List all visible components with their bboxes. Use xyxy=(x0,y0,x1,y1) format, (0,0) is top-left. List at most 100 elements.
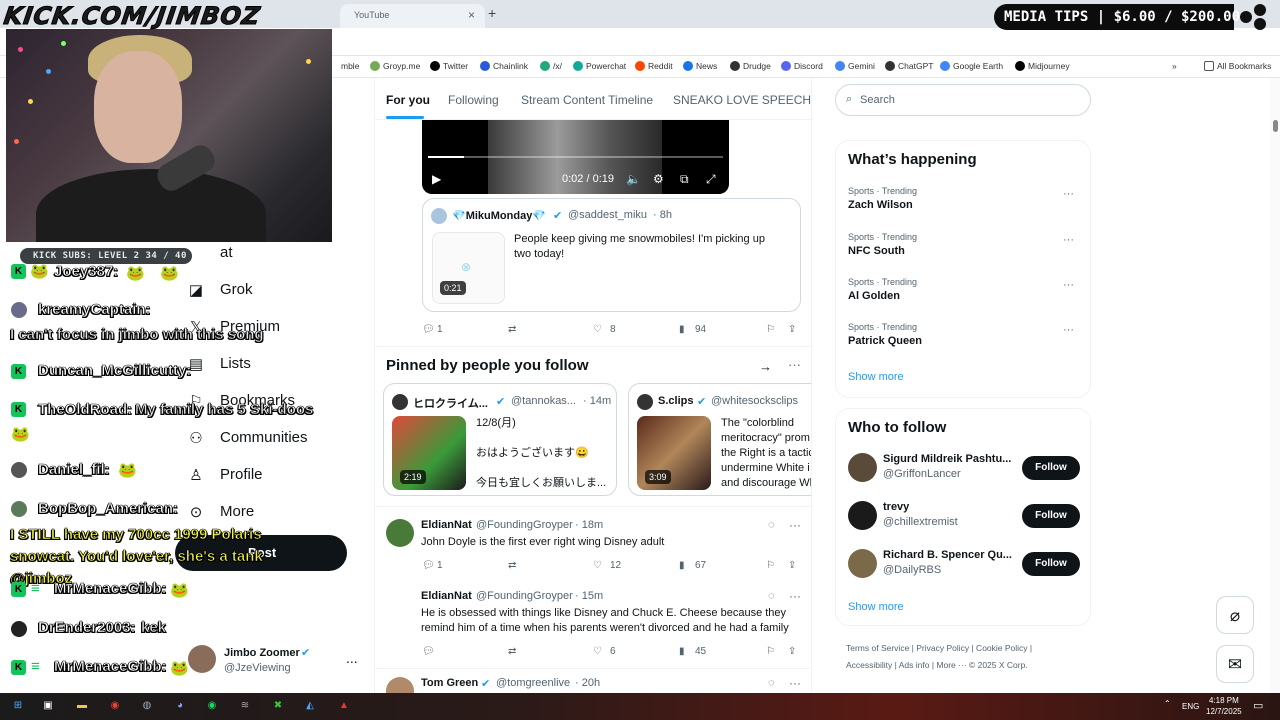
arrow-right-icon[interactable]: → xyxy=(759,359,772,374)
views-icon[interactable]: ▮ xyxy=(679,324,685,335)
follow-suggestion[interactable]: Richard B. Spencer Qu... @DailyRBS Follo… xyxy=(848,549,1080,581)
retweet-icon[interactable]: ⇄ xyxy=(508,646,516,657)
trend-item[interactable]: Sports · Trending Zach Wilson ··· xyxy=(848,186,1080,211)
show-more-link[interactable]: Show more xyxy=(848,601,904,613)
more-icon[interactable]: ··· xyxy=(1063,234,1074,246)
bookmark-item[interactable]: /x/ xyxy=(540,61,562,71)
video-progress[interactable] xyxy=(428,156,723,158)
pinned-card[interactable]: S.clips ✔ @whitesocksclips · 3:09 The "c… xyxy=(628,383,811,496)
share-icon[interactable]: ⇪ xyxy=(788,324,796,335)
tab-following[interactable]: Following xyxy=(448,93,499,107)
like-icon[interactable]: ♡ xyxy=(593,560,602,571)
quoted-tweet[interactable]: 💎MikuMonday💎 ✔ @saddest_miku · 8h ⊗ 0:21… xyxy=(422,198,801,312)
bookmark-item[interactable]: Reddit xyxy=(635,61,673,71)
more-icon[interactable]: ··· xyxy=(1063,279,1074,291)
language-indicator[interactable]: ENG xyxy=(1182,702,1199,711)
xbox-icon[interactable]: ✖ xyxy=(270,698,286,714)
bookmark-icon[interactable]: ⚐ xyxy=(766,560,775,571)
play-icon[interactable]: ▶ xyxy=(432,172,441,186)
tab-sneako[interactable]: SNEAKO LOVE SPEECH xyxy=(673,93,811,107)
video-player[interactable]: ▶ 0:02 / 0:19 🔈 ⚙ ⧉ ⤢ xyxy=(422,120,729,194)
bookmark-item[interactable]: Twitter xyxy=(430,61,468,71)
bookmark-item[interactable]: mble xyxy=(341,61,359,71)
reply-icon[interactable]: 💬︎ xyxy=(422,560,435,571)
more-icon[interactable]: ··· xyxy=(788,357,801,372)
reply-icon[interactable]: 💬︎ xyxy=(422,646,435,657)
more-icon[interactable]: ··· xyxy=(1063,324,1074,336)
bookmark-item[interactable]: Midjourney xyxy=(1015,61,1070,71)
scrollbar[interactable] xyxy=(1270,78,1280,693)
bookmark-item[interactable]: News xyxy=(683,61,717,71)
volume-icon[interactable]: 🔈 xyxy=(626,172,641,186)
trend-item[interactable]: Sports · Trending Al Golden ··· xyxy=(848,277,1080,302)
bookmark-item[interactable]: Drudge xyxy=(730,61,771,71)
follow-suggestion[interactable]: Sigurd Mildreik Pashtu... @GriffonLancer… xyxy=(848,453,1080,485)
tweet[interactable]: EldianNat @FoundingGroyper · 15m ◌ ··· H… xyxy=(375,589,811,670)
browser-tab[interactable]: YouTube × xyxy=(340,4,485,28)
share-icon[interactable]: ⇪ xyxy=(788,560,796,571)
notification-icon[interactable]: ▭ xyxy=(1253,699,1263,712)
new-tab-icon[interactable]: + xyxy=(488,5,496,21)
tweet[interactable]: Tom Green ✔ @tomgreenlive · 20h ◌ ··· xyxy=(375,676,811,693)
app-icon[interactable]: ≋ xyxy=(237,698,253,714)
reply-icon[interactable]: 💬︎ xyxy=(422,324,435,335)
trend-item[interactable]: Sports · Trending NFC South ··· xyxy=(848,232,1080,257)
pinned-card[interactable]: ヒロクライム... ✔ @tannokas... · 14m 2:19 12/8… xyxy=(383,383,617,496)
retweet-icon[interactable]: ⇄ xyxy=(508,560,516,571)
follow-suggestion[interactable]: trevy @chillextremist Follow xyxy=(848,501,1080,533)
windows-start-icon[interactable]: ⊞ xyxy=(10,698,26,714)
bookmark-item[interactable]: Discord xyxy=(781,61,823,71)
grok-icon[interactable]: ◌ xyxy=(768,677,775,689)
bookmark-item[interactable]: Chainlink xyxy=(480,61,528,71)
bookmark-item[interactable]: Google Earth xyxy=(940,61,1003,71)
trend-item[interactable]: Sports · Trending Patrick Queen ··· xyxy=(848,322,1080,347)
show-more-link[interactable]: Show more xyxy=(848,371,904,383)
bookmarks-overflow-icon[interactable]: » xyxy=(1172,61,1177,71)
footer-links[interactable]: Accessibility | Ads info | More ··· © 20… xyxy=(846,660,1028,670)
footer-links[interactable]: Terms of Service | Privacy Policy | Cook… xyxy=(846,643,1032,653)
bookmark-icon[interactable]: ⚐ xyxy=(766,324,775,335)
more-icon[interactable]: ··· xyxy=(789,676,801,690)
tweet[interactable]: EldianNat @FoundingGroyper · 18m ◌ ··· J… xyxy=(375,518,811,579)
pip-icon[interactable]: ⧉ xyxy=(680,172,689,187)
spotify-icon[interactable]: ◉ xyxy=(204,698,220,714)
discord-icon[interactable]: ◕ xyxy=(172,698,188,714)
task-view-icon[interactable]: ▣ xyxy=(40,698,56,714)
retweet-icon[interactable]: ⇄ xyxy=(508,324,516,335)
messages-icon[interactable]: ✉ xyxy=(1216,645,1254,683)
clock-time[interactable]: 4:18 PM xyxy=(1209,696,1239,705)
like-icon[interactable]: ♡ xyxy=(593,324,602,335)
all-bookmarks[interactable]: All Bookmarks xyxy=(1204,61,1271,71)
clock-date[interactable]: 12/7/2025 xyxy=(1206,707,1242,716)
grok-float-icon[interactable]: ⌀ xyxy=(1216,596,1254,634)
grok-icon[interactable]: ◌ xyxy=(768,519,775,531)
like-icon[interactable]: ♡ xyxy=(593,646,602,657)
grok-icon[interactable]: ◌ xyxy=(768,590,775,602)
app-icon[interactable]: ◭ xyxy=(302,698,318,714)
steam-icon[interactable]: ◍ xyxy=(139,698,155,714)
bookmark-item[interactable]: ChatGPT xyxy=(885,61,933,71)
follow-button[interactable]: Follow xyxy=(1022,456,1080,480)
bookmark-item[interactable]: Gemini xyxy=(835,61,875,71)
tray-chevron-icon[interactable]: ⌃ xyxy=(1164,699,1171,708)
tab-stream-content[interactable]: Stream Content Timeline xyxy=(521,93,653,107)
more-icon[interactable]: ··· xyxy=(1063,188,1074,200)
close-tab-icon[interactable]: × xyxy=(468,8,475,22)
follow-button[interactable]: Follow xyxy=(1022,504,1080,528)
views-icon[interactable]: ▮ xyxy=(679,646,685,657)
views-icon[interactable]: ▮ xyxy=(679,560,685,571)
bookmark-item[interactable]: Powerchat xyxy=(573,61,626,71)
follow-button[interactable]: Follow xyxy=(1022,552,1080,576)
app-icon[interactable]: ▲ xyxy=(336,698,352,714)
search-input[interactable]: ⌕ Search xyxy=(835,84,1091,116)
settings-icon[interactable]: ⚙ xyxy=(653,172,664,186)
more-icon[interactable]: ··· xyxy=(789,518,801,532)
tab-for-you[interactable]: For you xyxy=(386,93,430,107)
bookmark-icon[interactable]: ⚐ xyxy=(766,646,775,657)
chrome-icon[interactable]: ◉ xyxy=(107,698,123,714)
bookmark-item[interactable]: Groyp.me xyxy=(370,61,420,71)
more-icon[interactable]: ··· xyxy=(789,589,801,603)
fullscreen-icon[interactable]: ⤢ xyxy=(706,172,716,187)
share-icon[interactable]: ⇪ xyxy=(788,646,796,657)
file-explorer-icon[interactable]: ▬ xyxy=(74,698,90,714)
